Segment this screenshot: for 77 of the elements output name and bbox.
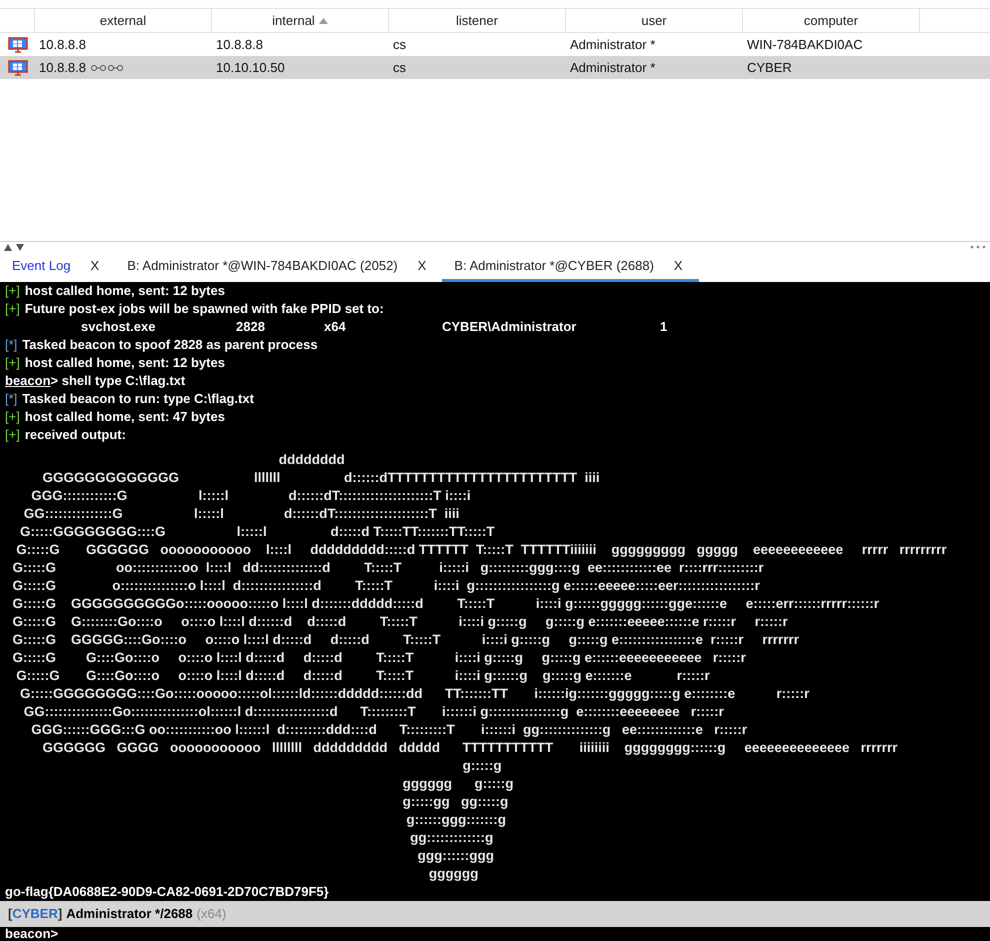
process-cell-text: 2828 xyxy=(236,318,266,336)
sort-up-icon xyxy=(318,18,328,24)
command-text: > shell type C:\flag.txt xyxy=(50,372,186,390)
status-marker: [+] xyxy=(5,354,20,372)
command-input[interactable]: beacon> xyxy=(0,927,990,941)
ascii-art-line: G:::::G G::::::::Go::::o o::::o l::::l d::::::d d:::::d T:::::T i::::i g:::::g g:::::g e:::::::eeeee::::::e r:::::r r:::::r xyxy=(12,613,788,631)
ascii-art-line: GGGGGGGGGGGGG lllllll d::::::dTTTTTTTTTTTTTTTTTTTTTTT iiii xyxy=(42,469,600,487)
prompt-label: beacon xyxy=(5,372,51,390)
column-header[interactable]: external xyxy=(35,9,212,32)
monitor-icon xyxy=(8,60,28,76)
ascii-art-line: G:::::G oo:::::::::::oo l::::l dd::::::::::::::d T:::::T i:::::i g:::::::::ggg::::g ee::::::::::::ee r::::rrr:::::::::r xyxy=(12,559,764,577)
ascii-art-line: G:::::GGGGGGGG::::G l:::::l d:::::d T:::::TT:::::::TT:::::T xyxy=(19,523,495,541)
log-message: received output: xyxy=(24,426,126,444)
ascii-art-line: G:::::G o:::::::::::::::o l::::l d::::::::::::::::d T:::::T i::::i g:::::::::::::::::g e::::::eeeee:::::eer:::::::::::::::::r xyxy=(12,577,760,595)
log-message: host called home, sent: 12 bytes xyxy=(24,354,225,372)
status-marker: [+] xyxy=(5,408,20,426)
column-header[interactable]: internal xyxy=(212,9,389,32)
ascii-art-line: GGG::::::GGG:::G oo:::::::::::oo l::::::l d:::::::::ddd::::d T:::::::::T i::::::i gg::::::::::::::g ee:::::::::::::e r:::::r xyxy=(30,721,748,739)
log-message: Tasked beacon to run: type C:\flag.txt xyxy=(22,390,254,408)
table-cell-text: cs xyxy=(393,36,406,54)
status-marker: [*] xyxy=(5,336,18,354)
ascii-art-line: GG:::::::::::::::Go:::::::::::::::ol::::::l d:::::::::::::::::d T:::::::::T i::::::i g::::::::::::::::g e::::::::eeeeeeee r:::::r xyxy=(22,703,724,721)
status-marker: [*] xyxy=(5,390,18,408)
close-tab-button[interactable]: X xyxy=(86,256,104,276)
more-icon[interactable] xyxy=(970,245,986,249)
log-message: Tasked beacon to spoof 2828 as parent process xyxy=(22,336,318,354)
ascii-art-line: gg:::::::::::::g xyxy=(409,829,494,847)
log-message: host called home, sent: 12 bytes xyxy=(24,282,225,300)
table-cell-text: 10.8.8.8 xyxy=(39,36,86,54)
table-cell-text: Administrator * xyxy=(570,58,656,77)
process-cell-text: CYBER\Administrator xyxy=(442,318,578,336)
ascii-art-line: g:::::g xyxy=(462,757,502,775)
ascii-art-line: G:::::G GGGGGG ooooooooooo l::::l ddddddddd:::::d TTTTTT T:::::T TTTTTTiiiiiii ggggggggg ggggg eeeeeeeeeeee rrrrr rrrrrrrrr xyxy=(15,541,947,559)
status-marker: [+] xyxy=(5,282,20,300)
ascii-art-line: ggg::::::ggg xyxy=(416,847,494,865)
chain-icon xyxy=(90,64,124,72)
ascii-art-line: GG:::::::::::::::G l:::::l d::::::dT:::::::::::::::::::::T iiii xyxy=(22,505,460,523)
column-header[interactable]: listener xyxy=(389,9,566,32)
host-label: [CYBER] xyxy=(8,905,62,924)
ascii-art-line: dddddddd xyxy=(278,451,345,469)
ascii-art-line: gggggg xyxy=(428,865,478,883)
ascii-art-line: G:::::G GGGGGGGGGGo:::::ooooo:::::o l::::l d:::::::ddddd:::::d T:::::T i::::i g::::::ggggg::::::gge::::::e e:::::err::::::rrrrr::::::r xyxy=(12,595,880,613)
ascii-art-line: g::::::ggg:::::::g xyxy=(405,811,506,829)
table-cell-text: WIN-784BAKDI0AC xyxy=(747,36,863,54)
collapse-arrows-icon[interactable] xyxy=(4,244,26,250)
process-cell-text: svchost.exe xyxy=(81,318,156,336)
column-header[interactable]: user xyxy=(566,9,743,32)
table-cell-text: 10.10.10.50 xyxy=(216,58,285,77)
ascii-art-line: G:::::G G::::Go::::o o::::o l::::l d:::::d d:::::d T:::::T i::::i g::::::g g:::::g e:::::::e r:::::r xyxy=(15,667,710,685)
close-tab-button[interactable]: X xyxy=(414,256,430,276)
table-cell-text: 10.8.8.8 xyxy=(39,58,86,77)
status-marker: [+] xyxy=(5,300,20,318)
ascii-art-line: GGGGGG GGGG ooooooooooo llllllll ddddddddd ddddd TTTTTTTTTTT iiiiiiii gggggggg::::::g eeeeeeeeeeeeee rrrrrrr xyxy=(42,739,898,757)
ascii-art-line: GGG::::::::::::G l:::::l d::::::dT:::::::::::::::::::::T i::::i xyxy=(30,487,471,505)
ascii-art-line: G:::::G G::::Go::::o o::::o l::::l d:::::d d:::::d T:::::T i::::i g:::::g g:::::g e::::::eeeeeeeeeee r:::::r xyxy=(12,649,746,667)
process-cell-text: x64 xyxy=(324,318,347,336)
session-row[interactable]: 10.8.8.8 10.10.10.50 cs Administrator * CYBER xyxy=(0,56,990,79)
flag-output: go-flag{DA0688E2-90D9-CA82-0691-2D70C7BD79F5} xyxy=(5,883,329,901)
status-marker: [+] xyxy=(5,426,20,444)
ascii-art-line: G:::::GGGGGGGG::::Go:::::ooooo:::::ol::::::ld::::::ddddd::::::dd TT:::::::TT i::::::ig:::::::ggggg:::::g e::::::::e r:::::r xyxy=(19,685,810,703)
tab[interactable]: Event Log X xyxy=(0,252,116,282)
user-label: Administrator */2688 xyxy=(66,905,193,924)
table-cell-text: Administrator * xyxy=(570,36,656,54)
table-cell-text: 10.8.8.8 xyxy=(216,36,263,54)
close-tab-button[interactable]: X xyxy=(670,256,687,276)
log-message: host called home, sent: 47 bytes xyxy=(24,408,225,426)
tab[interactable]: B: Administrator *@WIN-784BAKDI0AC (2052) X xyxy=(115,252,442,282)
table-cell-text: cs xyxy=(393,58,406,77)
process-cell-text: 1 xyxy=(660,318,668,336)
ascii-art-line: g:::::gg gg:::::g xyxy=(402,793,508,811)
monitor-icon xyxy=(8,36,28,52)
ascii-art-line: gggggg g:::::g xyxy=(402,775,514,793)
arch-label: (x64) xyxy=(196,905,226,924)
log-message: Future post-ex jobs will be spawned with fake PPID set to: xyxy=(24,300,384,318)
table-cell-text: CYBER xyxy=(747,58,792,77)
ascii-art-line: G:::::G GGGGG::::Go::::o o::::o l::::l d:::::d d:::::d T:::::T i::::i g:::::g g:::::g e:::::::::::::::::e r:::::r rrrrrrr xyxy=(12,631,799,649)
column-header[interactable]: computer xyxy=(743,9,920,32)
